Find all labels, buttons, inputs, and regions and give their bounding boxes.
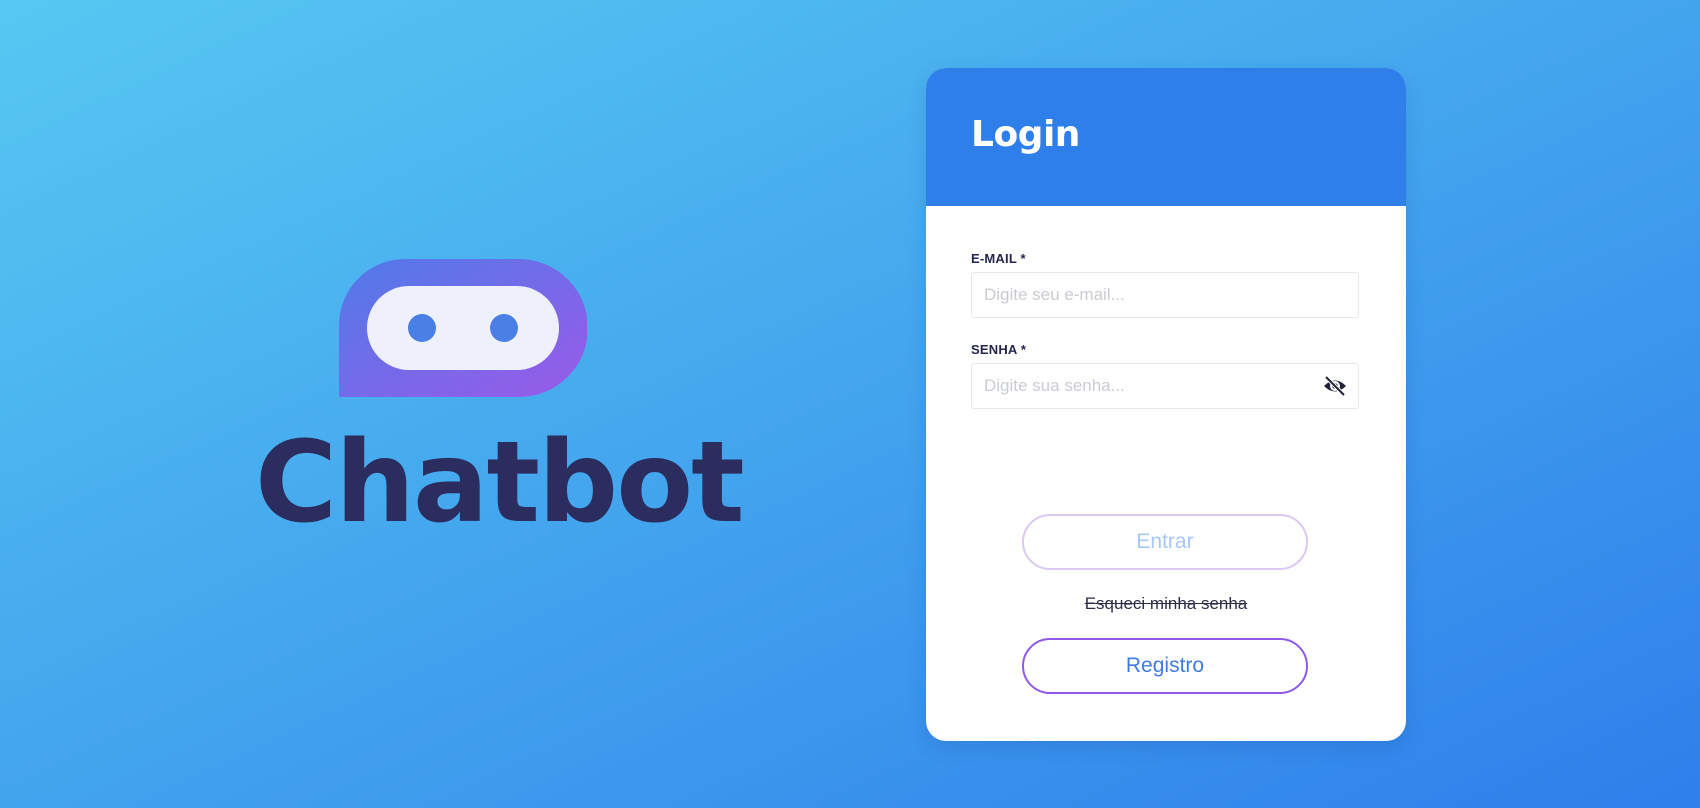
email-label: E-MAIL * bbox=[971, 251, 1026, 266]
brand: Chatbot bbox=[255, 255, 745, 548]
login-card: Login E-MAIL * SENHA * bbox=[926, 68, 1406, 741]
password-label: SENHA * bbox=[971, 342, 1027, 357]
enter-button[interactable]: Entrar bbox=[1022, 514, 1308, 570]
login-card-header: Login bbox=[926, 68, 1406, 206]
brand-name: Chatbot bbox=[255, 418, 745, 548]
chatbot-logo-icon bbox=[339, 259, 587, 397]
password-field bbox=[971, 363, 1359, 409]
email-field bbox=[971, 272, 1359, 318]
login-form: E-MAIL * SENHA * Entrar Esqu bbox=[926, 206, 1406, 741]
register-button[interactable]: Registro bbox=[1022, 638, 1308, 694]
login-title: Login bbox=[971, 114, 1080, 155]
email-input[interactable] bbox=[984, 273, 1324, 317]
eye-off-icon[interactable] bbox=[1322, 374, 1348, 398]
login-page: Chatbot Login E-MAIL * SENHA * bbox=[0, 0, 1700, 808]
forgot-password-link[interactable]: Esqueci minha senha bbox=[926, 594, 1406, 614]
password-input[interactable] bbox=[984, 364, 1324, 408]
